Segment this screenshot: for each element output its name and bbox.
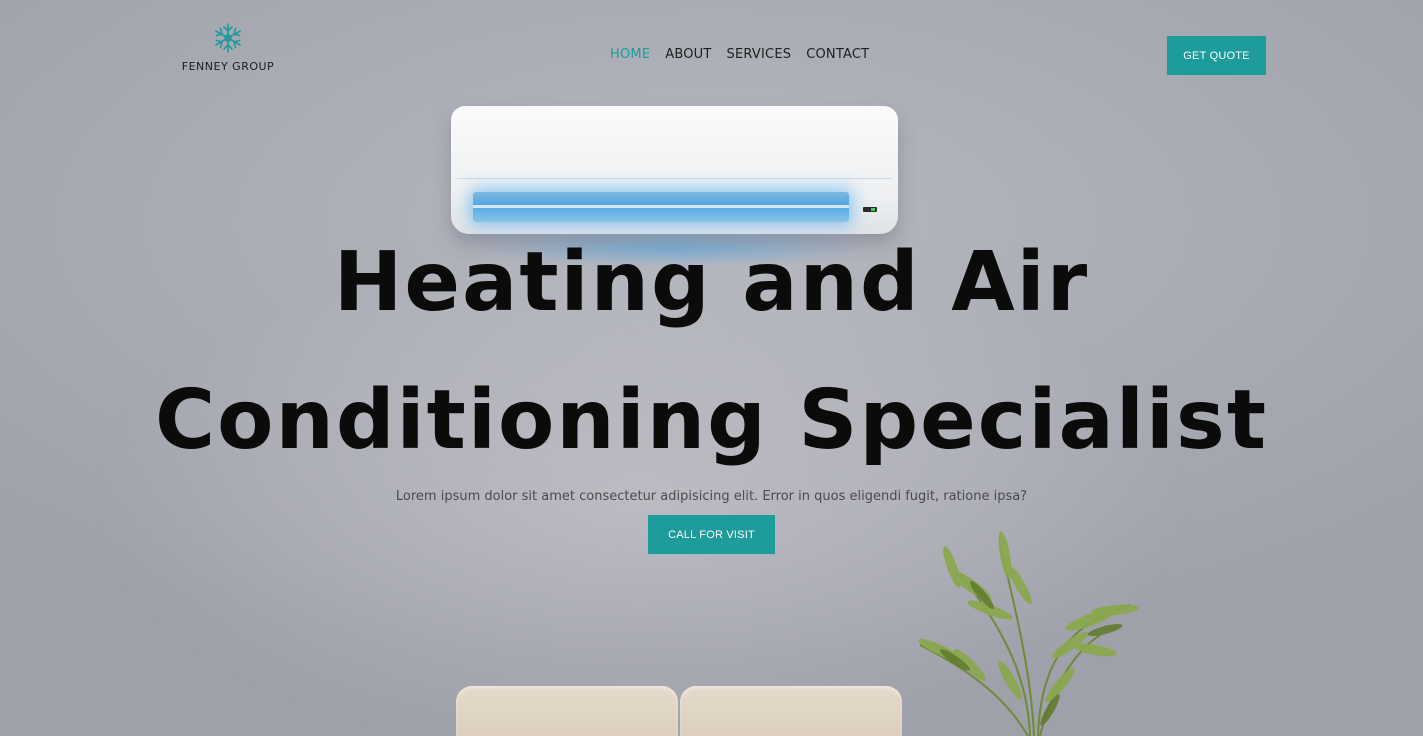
- hero-title: Heating and Air Conditioning Specialist: [0, 214, 1423, 490]
- sofa-cushion-right: [680, 686, 902, 736]
- logo[interactable]: FENNEY GROUP: [172, 22, 284, 78]
- nav-contact[interactable]: CONTACT: [806, 46, 869, 64]
- ac-panel-seam: [457, 178, 892, 179]
- site-header: FENNEY GROUP HOME ABOUT SERVICES CONTACT…: [0, 0, 1423, 110]
- sofa-illustration: [440, 686, 902, 736]
- get-quote-button[interactable]: GET QUOTE: [1167, 36, 1266, 75]
- potted-plant-illustration: [900, 515, 1180, 736]
- hero-subtitle: Lorem ipsum dolor sit amet consectetur a…: [395, 489, 1028, 504]
- ac-status-led: [863, 207, 877, 212]
- hero-title-line-1: Heating and Air: [333, 235, 1090, 330]
- nav-about[interactable]: ABOUT: [665, 46, 711, 64]
- nav-home[interactable]: HOME: [610, 46, 650, 64]
- sofa-cushion-left: [456, 686, 678, 736]
- nav-services[interactable]: SERVICES: [727, 46, 792, 64]
- snowflake-icon: [212, 22, 244, 54]
- call-for-visit-button[interactable]: CALL FOR VISIT: [648, 515, 775, 554]
- brand-name: FENNEY GROUP: [181, 60, 275, 73]
- hero-title-line-2: Conditioning Specialist: [154, 373, 1269, 468]
- main-nav: HOME ABOUT SERVICES CONTACT: [610, 46, 869, 64]
